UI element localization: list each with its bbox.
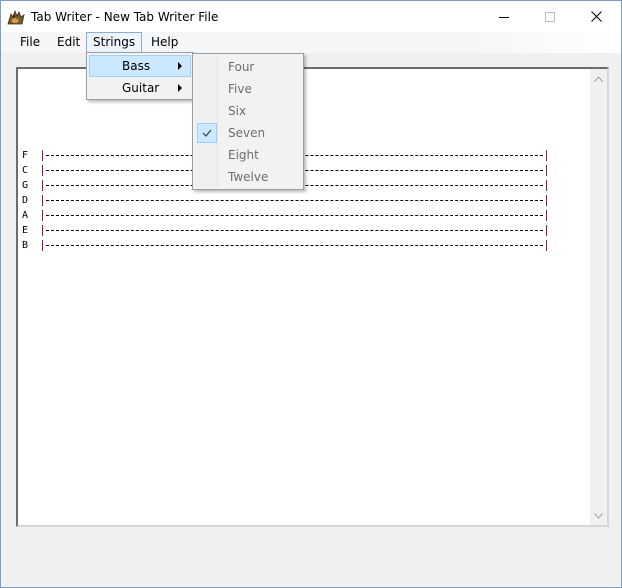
menu-item-four[interactable]: Four — [195, 56, 301, 78]
tab-string-label: F — [22, 150, 29, 161]
menu-edit[interactable]: Edit — [51, 33, 86, 52]
chevron-down-icon — [594, 512, 603, 519]
scroll-up-button[interactable] — [590, 70, 607, 87]
staff-dashes — [46, 245, 543, 246]
maximize-icon — [545, 11, 555, 22]
staff-dashes — [46, 215, 543, 216]
menu-item-seven-label: Seven — [228, 126, 266, 140]
staff-end-bar — [546, 240, 547, 251]
maximize-button[interactable] — [527, 1, 573, 32]
bass-submenu: Four Five Six Seven Eight Twelve — [192, 53, 304, 190]
tab-string-row[interactable]: D — [22, 193, 552, 208]
menu-item-six-label: Six — [228, 104, 247, 118]
close-button[interactable] — [573, 1, 619, 32]
submenu-arrow-icon — [178, 62, 182, 70]
menu-item-seven[interactable]: Seven — [195, 122, 301, 144]
tab-string-label: D — [22, 195, 29, 206]
staff-dashes — [46, 200, 543, 201]
staff-start-bar — [42, 195, 43, 206]
tab-string-row[interactable]: A — [22, 208, 552, 223]
staff-start-bar — [42, 210, 43, 221]
scroll-down-button[interactable] — [590, 507, 607, 524]
tab-string-row[interactable]: E — [22, 223, 552, 238]
tab-writer-app-icon — [7, 9, 25, 25]
staff-end-bar — [546, 195, 547, 206]
vertical-scrollbar[interactable] — [590, 69, 607, 525]
menu-item-five-label: Five — [228, 82, 252, 96]
menu-bar: File Edit Strings Help — [1, 32, 621, 53]
menu-item-six[interactable]: Six — [195, 100, 301, 122]
strings-menu: Bass Guitar — [86, 52, 194, 100]
menu-item-four-label: Four — [228, 60, 255, 74]
staff-end-bar — [546, 165, 547, 176]
tab-string-label: G — [22, 180, 29, 191]
tab-string-row[interactable]: B — [22, 238, 552, 253]
minimize-button[interactable] — [481, 1, 527, 32]
submenu-arrow-icon — [178, 84, 182, 92]
menu-item-bass[interactable]: Bass — [89, 55, 191, 77]
staff-dashes — [46, 230, 543, 231]
staff-end-bar — [546, 180, 547, 191]
menu-item-eight[interactable]: Eight — [195, 144, 301, 166]
staff-start-bar — [42, 180, 43, 191]
menu-file[interactable]: File — [14, 33, 46, 52]
staff-end-bar — [546, 210, 547, 221]
menu-item-twelve[interactable]: Twelve — [195, 166, 301, 188]
menu-item-guitar[interactable]: Guitar — [89, 77, 191, 99]
staff-end-bar — [546, 225, 547, 236]
tab-string-label: C — [22, 165, 29, 176]
staff-start-bar — [42, 165, 43, 176]
menu-item-five[interactable]: Five — [195, 78, 301, 100]
tab-string-label: A — [22, 210, 29, 221]
app-window: Tab Writer - New Tab Writer File File Ed… — [0, 0, 622, 588]
staff-start-bar — [42, 150, 43, 161]
menu-item-guitar-label: Guitar — [122, 81, 160, 95]
close-icon — [590, 11, 602, 22]
tab-string-label: E — [22, 225, 29, 236]
chevron-up-icon — [594, 75, 603, 82]
menu-strings[interactable]: Strings — [86, 32, 143, 53]
tab-editor-area[interactable]: FCGDAEB — [16, 67, 609, 527]
staff-start-bar — [42, 240, 43, 251]
tab-string-label: B — [22, 240, 29, 251]
title-bar[interactable]: Tab Writer - New Tab Writer File — [1, 1, 621, 32]
menu-item-bass-label: Bass — [122, 59, 151, 73]
menu-item-eight-label: Eight — [228, 148, 259, 162]
staff-end-bar — [546, 150, 547, 161]
window-title: Tab Writer - New Tab Writer File — [31, 10, 219, 24]
minimize-icon — [499, 16, 509, 18]
check-icon — [197, 123, 217, 143]
menu-item-twelve-label: Twelve — [228, 170, 269, 184]
staff-start-bar — [42, 225, 43, 236]
menu-help[interactable]: Help — [145, 33, 184, 52]
